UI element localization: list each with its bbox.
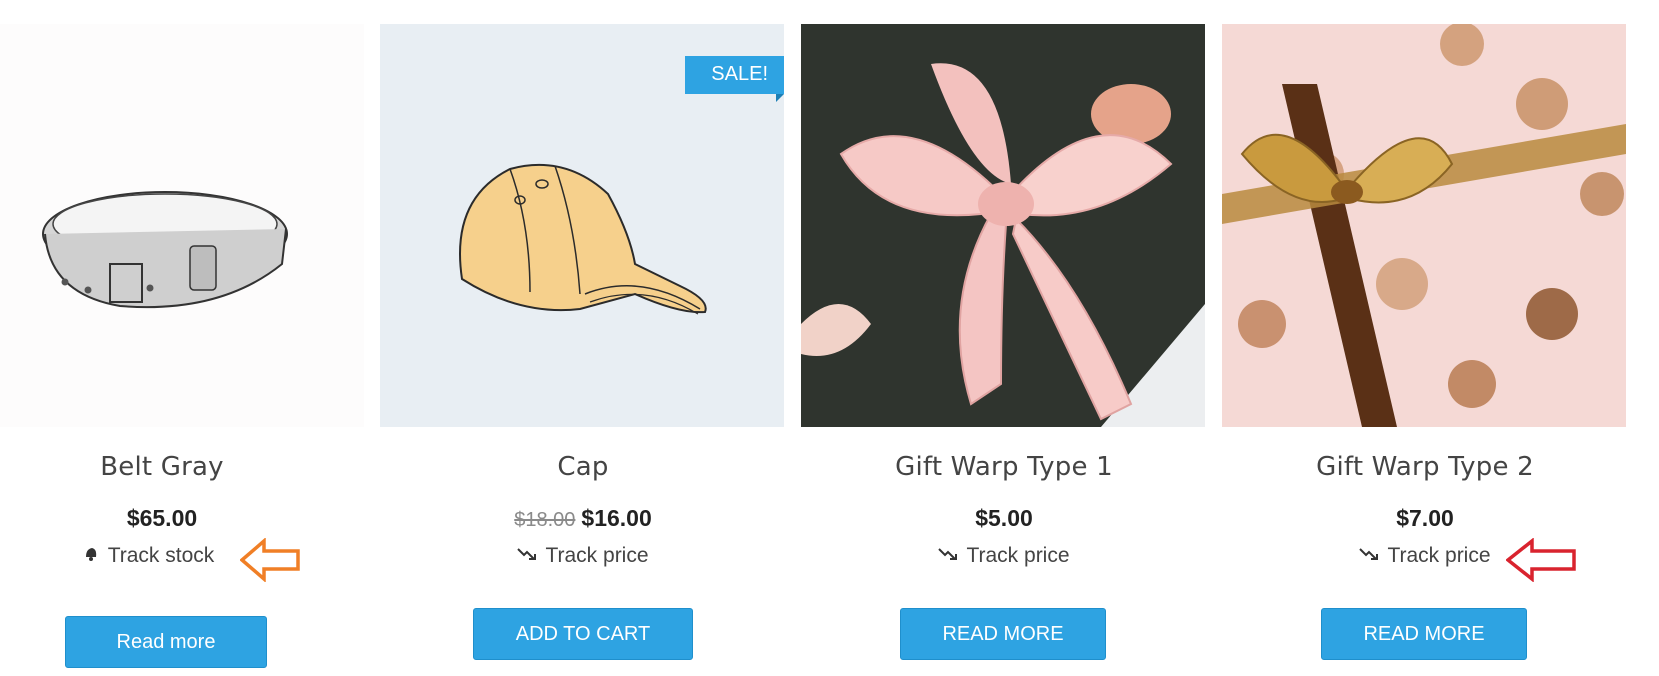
- track-price-label: Track price: [1387, 544, 1491, 567]
- product-price: $65.00: [126, 505, 198, 531]
- product-card-gift-warp-2: Gift Warp Type 2 $7.00 Track price READ …: [1222, 0, 1628, 676]
- trend-down-icon: [517, 544, 537, 568]
- sale-badge: SALE!: [685, 56, 784, 102]
- product-price: $5.00: [975, 505, 1033, 531]
- trend-down-icon: [938, 544, 958, 568]
- belt-illustration: [42, 191, 288, 309]
- product-title[interactable]: Gift Warp Type 1: [801, 452, 1207, 482]
- track-price-link[interactable]: Track price: [380, 544, 786, 568]
- product-image-cap[interactable]: SALE!: [380, 24, 784, 427]
- sale-price: $16.00: [581, 505, 652, 531]
- gift-polka-dot-photo: [1222, 24, 1626, 427]
- product-image-gift-2[interactable]: [1222, 24, 1626, 427]
- read-more-button[interactable]: READ MORE: [1321, 608, 1527, 660]
- track-price-label: Track price: [545, 544, 649, 567]
- add-to-cart-button[interactable]: ADD TO CART: [473, 608, 693, 660]
- old-price: $18.00: [514, 509, 576, 531]
- product-price: $18.00 $16.00: [380, 505, 786, 532]
- product-image-gift-1[interactable]: [801, 24, 1205, 427]
- track-price-link[interactable]: Track price: [801, 544, 1207, 568]
- product-title[interactable]: Gift Warp Type 2: [1222, 452, 1628, 482]
- read-more-button[interactable]: READ MORE: [900, 608, 1106, 660]
- arrow-left-outline-icon: [240, 538, 300, 582]
- bell-icon: [82, 544, 100, 568]
- product-title[interactable]: Cap: [380, 452, 786, 482]
- product-price: $7.00: [1396, 505, 1454, 531]
- arrow-left-outline-icon: [1506, 538, 1576, 582]
- trend-down-icon: [1359, 544, 1379, 568]
- product-card-belt-gray: Belt Gray $65.00 Track stock Read more: [0, 0, 406, 676]
- track-stock-label: Track stock: [107, 544, 215, 567]
- product-image-belt[interactable]: [0, 24, 364, 427]
- read-more-button[interactable]: Read more: [65, 616, 267, 668]
- product-title[interactable]: Belt Gray: [0, 452, 324, 482]
- product-card-cap: SALE! Cap $18.00 $16.00 Track price ADD T…: [380, 0, 786, 676]
- track-price-label: Track price: [966, 544, 1070, 567]
- gift-ribbon-photo: [801, 24, 1205, 427]
- product-card-gift-warp-1: Gift Warp Type 1 $5.00 Track price READ …: [801, 0, 1207, 676]
